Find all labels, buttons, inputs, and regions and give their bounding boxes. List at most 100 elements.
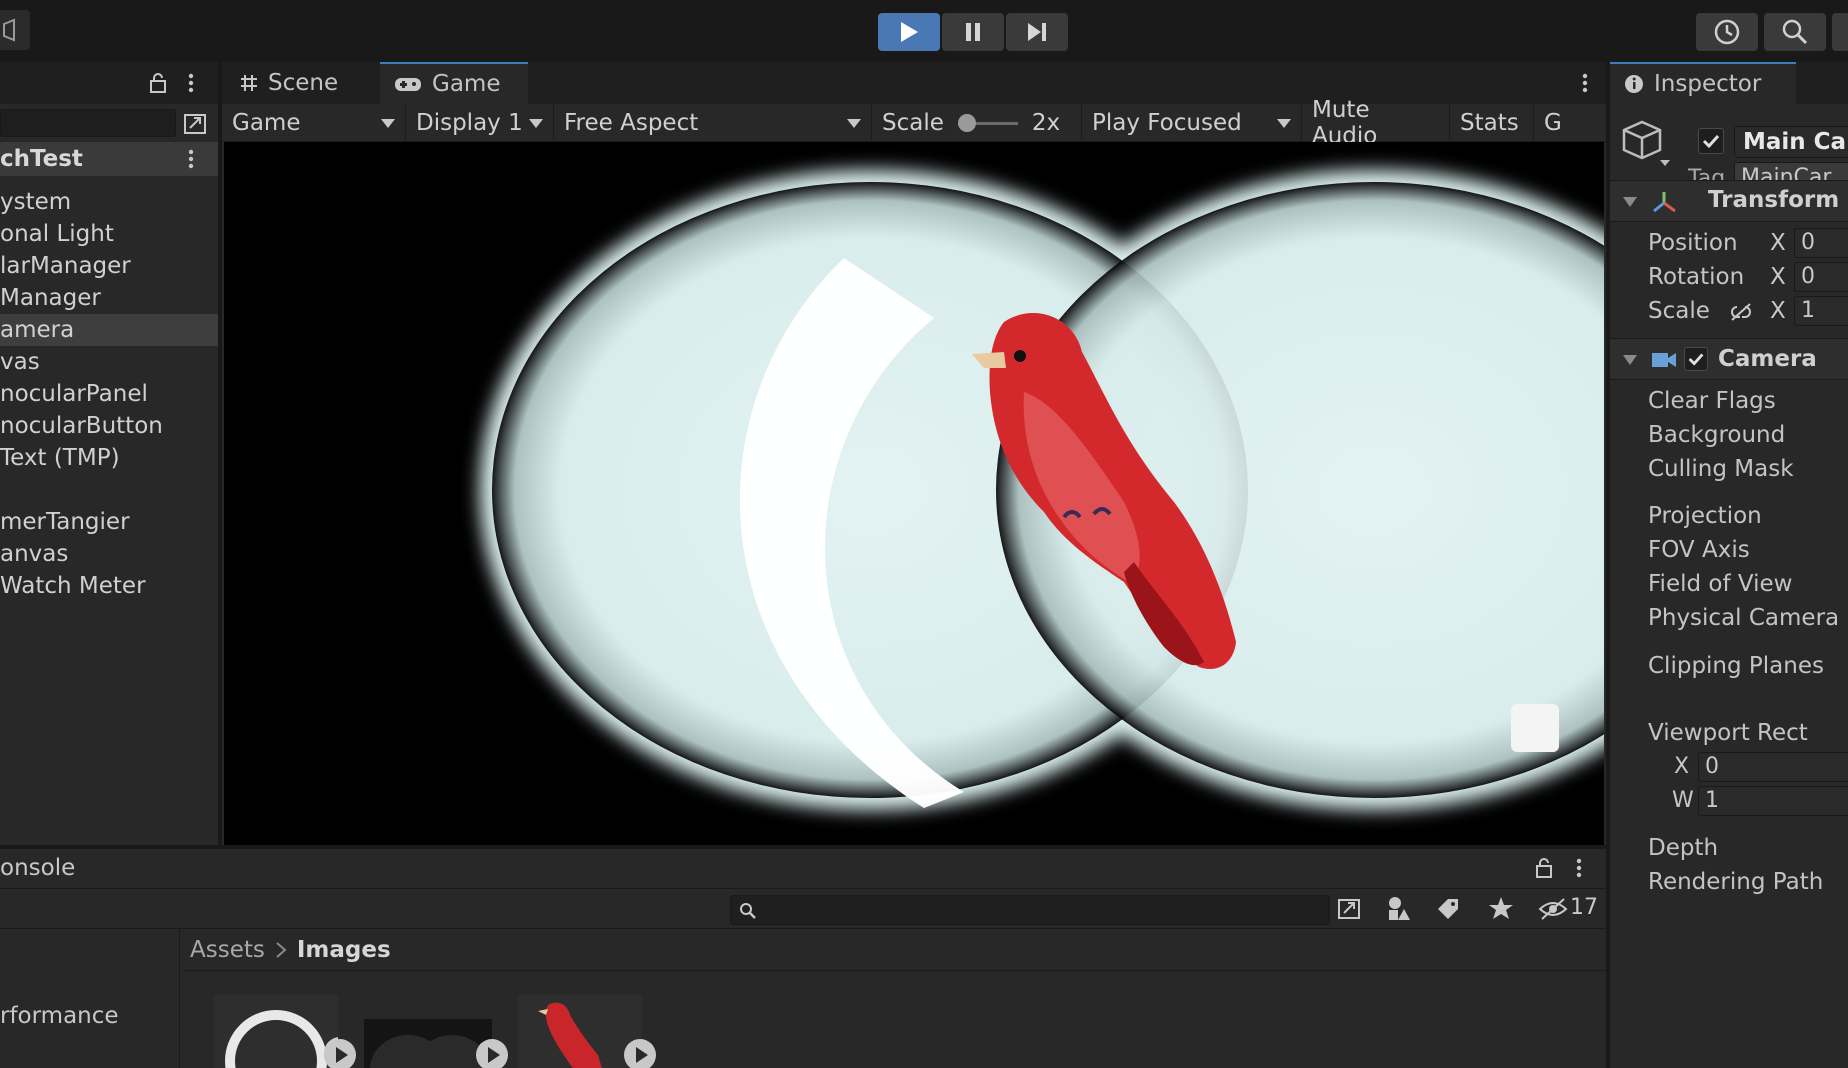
pause-button[interactable] [942, 13, 1004, 51]
layers-button[interactable] [1832, 13, 1848, 51]
hierarchy-item[interactable]: merTangier [0, 506, 218, 538]
hierarchy-item[interactable]: Watch Meter [0, 570, 218, 602]
tab-inspector-label: Inspector [1654, 71, 1762, 97]
play-asset-icon[interactable] [322, 1037, 358, 1068]
binocular-mask-asset-icon [370, 1035, 490, 1068]
kebab-menu-icon[interactable] [186, 72, 196, 94]
hierarchy-item[interactable]: nocularButton [0, 410, 218, 442]
search-button[interactable] [1764, 13, 1826, 51]
hierarchy-item[interactable]: Manager [0, 282, 218, 314]
transform-title: Transform [1708, 187, 1840, 213]
viewport-w-field[interactable]: 1 [1698, 786, 1848, 816]
asset-thumbnail[interactable] [518, 995, 656, 1068]
gamepad-icon [395, 78, 421, 91]
play-asset-icon[interactable] [474, 1037, 510, 1068]
hierarchy-search-input[interactable] [0, 109, 176, 137]
hierarchy-item[interactable]: vas [0, 346, 218, 378]
step-button[interactable] [1006, 13, 1068, 51]
game-view-menu-icon[interactable] [1580, 72, 1590, 94]
scene-visibility-icon[interactable] [182, 112, 208, 136]
game-mode-dropdown[interactable]: Game [222, 104, 406, 142]
camera-enabled-checkbox[interactable] [1684, 347, 1708, 371]
folder-item[interactable]: rformance [0, 1003, 119, 1029]
viewport-rect-label: Viewport Rect [1648, 720, 1808, 746]
panel-divider[interactable] [0, 845, 1606, 849]
aspect-label: Free Aspect [564, 110, 699, 136]
play-focused-dropdown[interactable]: Play Focused [1082, 104, 1302, 142]
tab-scene[interactable]: Scene [226, 62, 352, 104]
chevron-down-icon [847, 118, 861, 128]
breadcrumb-assets[interactable]: Assets [190, 937, 265, 963]
hidden-count: 17 [1570, 895, 1598, 920]
panel-divider[interactable] [218, 62, 222, 849]
panel-divider[interactable] [1606, 62, 1610, 1068]
tab-game-label: Game [432, 71, 501, 97]
asset-thumbnail[interactable] [214, 995, 356, 1068]
tab-console[interactable]: onsole [0, 855, 75, 881]
transform-header[interactable]: Transform [1610, 180, 1848, 222]
chevron-down-icon [381, 118, 395, 128]
camera-header[interactable]: Camera [1610, 338, 1848, 380]
search-by-type-icon[interactable] [1336, 897, 1362, 921]
display-dropdown[interactable]: Display 1 [406, 104, 554, 142]
hidden-eye-icon[interactable] [1538, 897, 1568, 921]
transform-icon [1653, 192, 1676, 213]
history-button[interactable] [1696, 13, 1758, 51]
game-viewport[interactable] [224, 142, 1604, 845]
hierarchy-item[interactable]: nocularPanel [0, 378, 218, 410]
console-tab-bar: onsole [0, 849, 1606, 889]
rotation-x-label: X [1770, 264, 1786, 290]
foldout-arrow-icon[interactable] [1622, 353, 1638, 367]
foldout-arrow-icon[interactable] [1622, 195, 1638, 209]
filter-by-type-icon[interactable] [1386, 895, 1412, 923]
scale-value: 2x [1031, 110, 1061, 136]
hierarchy-item[interactable]: ystem [0, 186, 218, 218]
hierarchy-item-selected[interactable]: amera [0, 314, 218, 346]
scene-menu-icon[interactable] [186, 148, 196, 170]
scale-slider-thumb[interactable] [957, 114, 976, 132]
tab-game[interactable]: Game [380, 62, 528, 104]
breadcrumb-images[interactable]: Images [297, 937, 391, 963]
projection-label: Projection [1648, 503, 1762, 529]
scale-label: Scale [1648, 298, 1710, 324]
label-tag-icon[interactable] [1436, 897, 1460, 921]
mute-audio-button[interactable]: Mute Audio [1302, 97, 1450, 149]
play-focused-label: Play Focused [1092, 110, 1242, 136]
constrain-proportions-icon[interactable] [1728, 300, 1754, 324]
lock-icon[interactable] [148, 72, 168, 94]
aspect-dropdown[interactable]: Free Aspect [554, 104, 872, 142]
asset-thumbnail[interactable] [364, 1019, 508, 1068]
clear-flags-label: Clear Flags [1648, 388, 1776, 414]
viewport-w-label: W [1672, 788, 1694, 813]
position-x-field[interactable]: 0 [1794, 228, 1848, 258]
clipping-planes-label: Clipping Planes [1648, 653, 1824, 679]
check-icon [1688, 353, 1704, 366]
camera-title: Camera [1718, 346, 1817, 372]
check-icon [1702, 134, 1720, 149]
scene-header[interactable]: chTest [0, 142, 218, 176]
scale-x-field[interactable]: 1 [1794, 296, 1848, 326]
gameobject-active-checkbox[interactable] [1698, 128, 1724, 154]
gizmos-button[interactable]: G [1534, 104, 1606, 142]
hierarchy-item[interactable]: larManager [0, 250, 218, 282]
favorite-star-icon[interactable] [1488, 895, 1514, 921]
project-search-input[interactable] [730, 895, 1330, 925]
hierarchy-item[interactable]: onal Light [0, 218, 218, 250]
unity-logo-icon[interactable] [0, 10, 30, 50]
scene-name: chTest [0, 146, 83, 172]
binocular-button[interactable] [1511, 704, 1559, 752]
hierarchy-item[interactable]: Text (TMP) [0, 442, 218, 474]
kebab-menu-icon[interactable] [1574, 857, 1584, 879]
tab-inspector[interactable]: Inspector [1610, 62, 1796, 104]
main-toolbar [0, 0, 1848, 62]
gameobject-name-field[interactable]: Main Car [1734, 126, 1848, 158]
play-button[interactable] [878, 13, 940, 51]
scale-slider[interactable] [957, 113, 1018, 133]
lock-icon[interactable] [1534, 857, 1554, 879]
rotation-x-field[interactable]: 0 [1794, 262, 1848, 292]
stats-button[interactable]: Stats [1450, 104, 1534, 142]
play-asset-icon[interactable] [622, 1037, 658, 1068]
viewport-x-field[interactable]: 0 [1698, 752, 1848, 782]
hierarchy-item[interactable]: anvas [0, 538, 218, 570]
inspector-panel: Inspector Main Car Tag MainCar Transform… [1610, 62, 1848, 1068]
